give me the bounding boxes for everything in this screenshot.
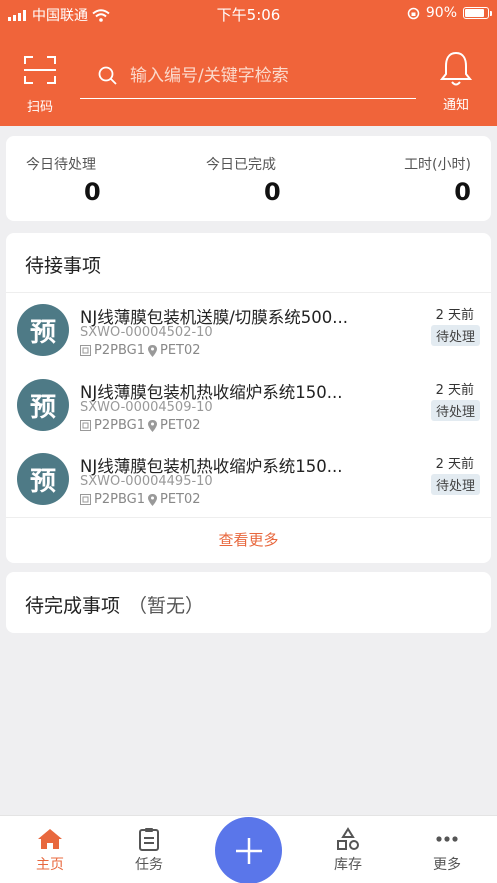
stat-value: 0 — [264, 178, 281, 206]
item-time: 2 天前 — [435, 308, 474, 323]
item-code: SXWO-00004509-10 — [80, 400, 213, 415]
add-button[interactable] — [215, 817, 282, 883]
scan-icon — [24, 56, 56, 84]
stat-label: 工时(小时) — [404, 157, 471, 173]
bell-icon — [439, 51, 473, 86]
stat-today-completed[interactable]: 今日已完成 0 — [206, 154, 281, 206]
status-bar: 中国联通 下午5:06 90% — [0, 0, 497, 26]
more-icon — [436, 836, 458, 842]
header: 中国联通 下午5:06 90% 扫码 通知 — [0, 0, 497, 126]
status-badge: 待处理 — [430, 325, 480, 346]
item-location: P2PBG1 — [94, 343, 145, 358]
search-icon — [98, 66, 117, 85]
home-icon — [38, 829, 62, 849]
item-site: PET02 — [159, 343, 201, 358]
notify-label: 通知 — [442, 98, 469, 113]
stat-label: 今日已完成 — [206, 157, 276, 173]
avatar: 预 — [17, 304, 69, 356]
stat-work-hours[interactable]: 工时(小时) 0 — [404, 154, 471, 206]
tab-label: 更多 — [433, 857, 461, 873]
map-pin-icon — [147, 493, 157, 506]
scan-button[interactable]: 扫码 — [22, 54, 58, 115]
view-more-link[interactable]: 查看更多 — [6, 517, 491, 563]
notification-button[interactable]: 通知 — [436, 50, 476, 113]
tab-more[interactable]: 更多 — [417, 826, 477, 874]
tab-label: 任务 — [135, 857, 163, 873]
stat-value: 0 — [84, 178, 101, 206]
search-bar[interactable] — [80, 54, 416, 99]
stat-today-pending[interactable]: 今日待处理 0 — [26, 154, 101, 206]
tab-label: 主页 — [36, 857, 64, 873]
status-badge: 待处理 — [430, 474, 480, 495]
item-location: P2PBG1 — [94, 418, 145, 433]
avatar: 预 — [17, 453, 69, 505]
inventory-icon — [337, 827, 359, 850]
location-tag-icon — [80, 345, 91, 356]
task-icon — [139, 828, 159, 851]
map-pin-icon — [147, 419, 157, 432]
stat-label: 今日待处理 — [26, 157, 96, 173]
location-tag-icon — [80, 494, 91, 505]
pending-card: 待接事项 预 NJ线薄膜包装机送膜/切膜系统500... SXWO-000045… — [6, 233, 491, 563]
item-time: 2 天前 — [435, 383, 474, 398]
item-code: SXWO-00004502-10 — [80, 325, 213, 340]
todo-empty-label: （暂无） — [128, 595, 205, 617]
tab-tasks[interactable]: 任务 — [119, 826, 179, 874]
tab-label: 库存 — [334, 857, 362, 873]
location-tag-icon — [80, 420, 91, 431]
scan-label: 扫码 — [26, 100, 53, 115]
stat-value: 0 — [454, 178, 471, 206]
list-item[interactable]: 预 NJ线薄膜包装机热收缩炉系统150... SXWO-00004509-10 … — [6, 369, 491, 443]
todo-title: 待完成事项 — [25, 595, 121, 617]
item-time: 2 天前 — [435, 457, 474, 472]
rotation-lock-icon — [407, 7, 420, 19]
battery-icon — [463, 7, 492, 19]
todo-header: 待完成事项 （暂无） — [6, 572, 491, 632]
plus-icon — [235, 837, 262, 864]
item-site: PET02 — [159, 418, 201, 433]
status-badge: 待处理 — [430, 400, 480, 421]
stats-card: 今日待处理 0 今日已完成 0 工时(小时) 0 — [6, 136, 491, 221]
item-location: P2PBG1 — [94, 492, 145, 507]
list-item[interactable]: 预 NJ线薄膜包装机热收缩炉系统150... SXWO-00004495-10 … — [6, 443, 491, 517]
item-meta: P2PBG1 PET02 — [80, 343, 201, 358]
avatar: 预 — [17, 379, 69, 431]
pending-title: 待接事项 — [6, 233, 491, 293]
map-pin-icon — [147, 344, 157, 357]
item-meta: P2PBG1 PET02 — [80, 418, 201, 433]
tab-home[interactable]: 主页 — [20, 826, 80, 874]
search-input[interactable] — [130, 66, 390, 86]
battery-percent: 90% — [425, 5, 457, 21]
item-code: SXWO-00004495-10 — [80, 474, 213, 489]
item-meta: P2PBG1 PET02 — [80, 492, 201, 507]
todo-card[interactable]: 待完成事项 （暂无） — [6, 572, 491, 633]
list-item[interactable]: 预 NJ线薄膜包装机送膜/切膜系统500... SXWO-00004502-10… — [6, 294, 491, 368]
item-site: PET02 — [159, 492, 201, 507]
tab-inventory[interactable]: 库存 — [318, 826, 378, 874]
